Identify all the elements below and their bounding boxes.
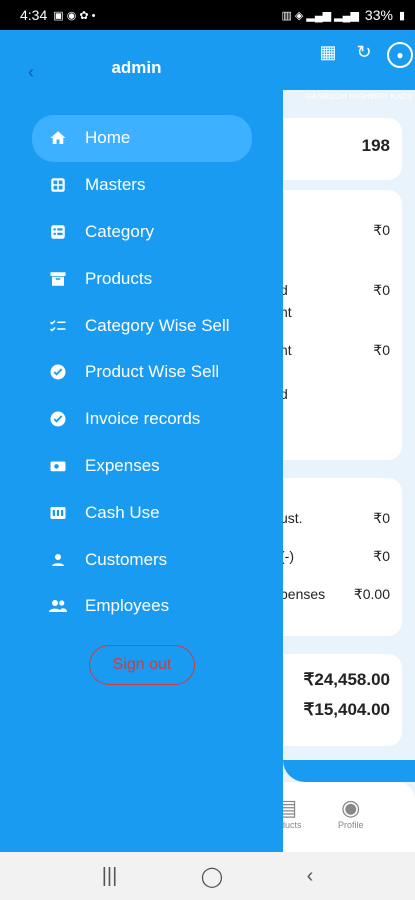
sales-value: ₹0 (373, 222, 390, 238)
expense-value: ₹0 (373, 548, 390, 564)
menu-item-home[interactable]: Home (32, 115, 252, 162)
nav-label: Profile (338, 820, 364, 830)
total-value: ₹15,404.00 (303, 700, 390, 719)
home-icon (48, 128, 68, 148)
recents-button[interactable]: ||| (102, 865, 118, 888)
archive-icon (48, 269, 68, 289)
menu-label: Employees (85, 596, 170, 616)
menu-item-category-wise-sell[interactable]: Category Wise Sell (32, 302, 252, 349)
total-value: ₹24,458.00 (303, 670, 390, 689)
notification-icons: ▣ ◉ ✿ • (53, 9, 96, 22)
people-icon (48, 596, 68, 616)
signal-icons: ▥ ◈ ▂▄▆ ▂▄▆ (281, 9, 359, 22)
shop-name: GANRUDH HIGHWAY KADY (305, 92, 413, 101)
sign-out-button[interactable]: Sign out (89, 645, 195, 685)
menu-label: Invoice records (85, 409, 201, 429)
account-icon[interactable]: ● (385, 42, 415, 68)
menu-label: Category Wise Sell (85, 315, 230, 335)
sales-value: ₹0 (373, 282, 390, 298)
menu-item-cash-use[interactable]: Cash Use (32, 489, 252, 536)
expense-value: ₹0.00 (353, 586, 390, 602)
menu-label: Customers (85, 549, 168, 569)
menu-label: Cash Use (85, 502, 160, 522)
grid-icon (48, 175, 68, 195)
summary-value: 198 (361, 136, 390, 155)
status-bar: 4:34 ▣ ◉ ✿ • ▥ ◈ ▂▄▆ ▂▄▆ 33% ▮ (0, 0, 415, 30)
menu-label: Products (85, 268, 153, 288)
menu-label: Masters (85, 175, 146, 195)
nav-profile[interactable]: ◉ Profile (338, 795, 364, 831)
menu-item-invoice-records[interactable]: Invoice records (32, 396, 252, 443)
verified-icon (48, 362, 68, 382)
menu-item-category[interactable]: Category (32, 209, 252, 256)
menu-label: Expenses (85, 455, 160, 475)
cash-icon (48, 456, 68, 476)
expense-value: ₹0 (373, 510, 390, 526)
menu-item-customers[interactable]: Customers (32, 536, 252, 583)
refresh-icon[interactable]: ↻ (349, 42, 379, 62)
sales-value: ₹0 (373, 342, 390, 358)
menu-label: Product Wise Sell (85, 362, 220, 382)
profile-icon: ◉ (341, 795, 361, 820)
navigation-drawer: ‹ admin Home Masters Category Products C… (0, 30, 283, 852)
menu-item-products[interactable]: Products (32, 255, 252, 302)
battery-level: 33% (364, 7, 393, 23)
drawer-username: admin (111, 58, 162, 77)
header-strip (283, 760, 415, 782)
home-button[interactable]: ◯ (201, 864, 223, 889)
menu-label: Category (85, 221, 154, 241)
list-icon (48, 222, 68, 242)
menu-item-product-wise-sell[interactable]: Product Wise Sell (32, 349, 252, 396)
checklist-icon (48, 316, 68, 336)
verified-icon (48, 409, 68, 429)
back-button[interactable]: ‹ (307, 865, 314, 888)
system-navigation: ||| ◯ ‹ (0, 852, 415, 900)
menu-item-expenses[interactable]: Expenses (32, 443, 252, 490)
calendar-icon[interactable]: ▦ (313, 42, 343, 62)
register-icon (48, 503, 68, 523)
drawer-menu: Home Masters Category Products Category … (32, 115, 252, 630)
menu-item-masters[interactable]: Masters (32, 162, 252, 209)
menu-item-employees[interactable]: Employees (32, 583, 252, 630)
menu-label: Home (85, 128, 131, 148)
status-time: 4:34 (20, 7, 48, 23)
battery-icon: ▮ (398, 9, 405, 22)
person-icon (48, 550, 68, 570)
